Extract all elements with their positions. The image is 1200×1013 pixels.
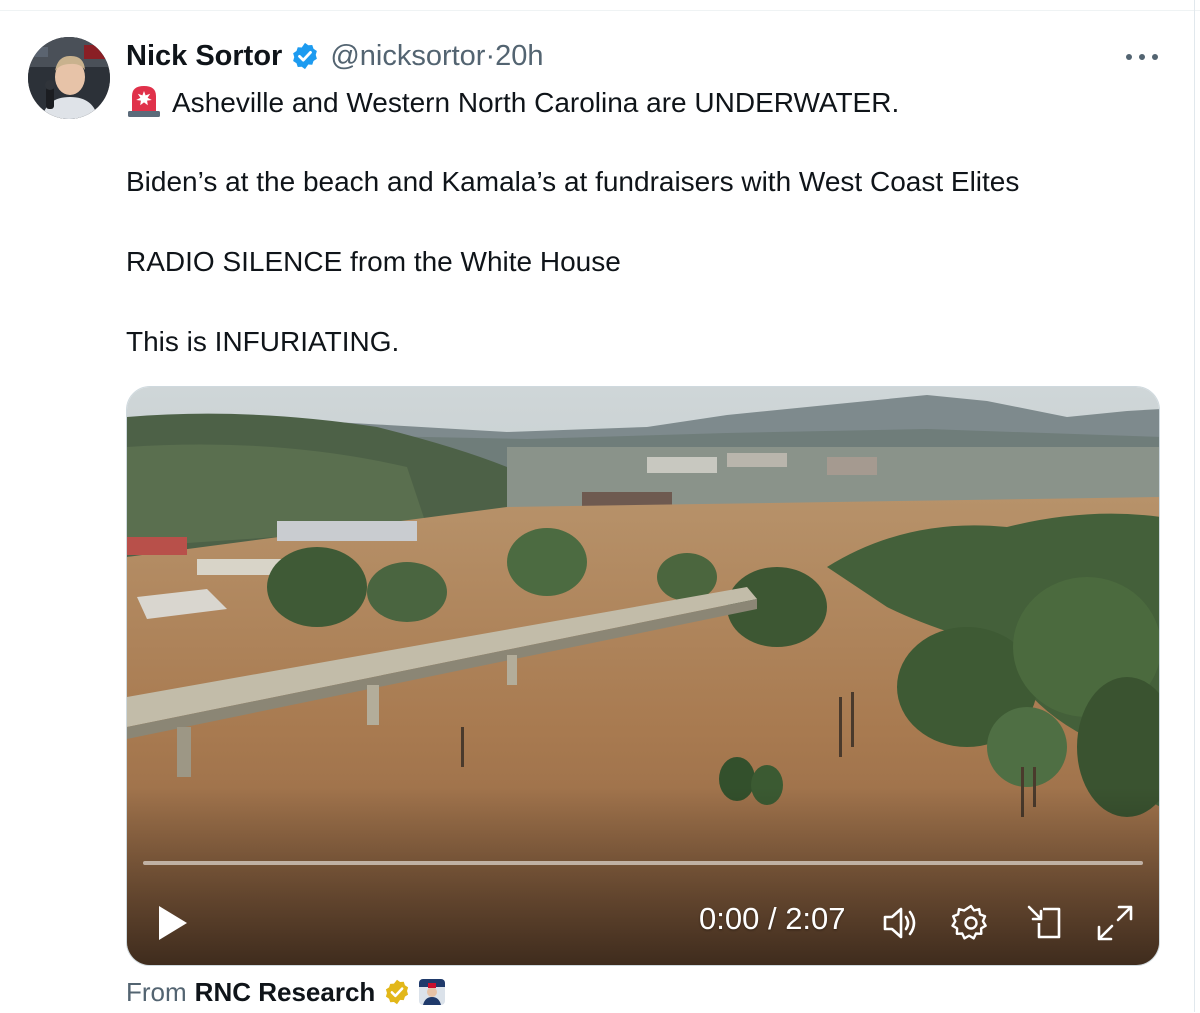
avatar-image <box>28 37 110 119</box>
source-from-label: From <box>126 976 187 1007</box>
tweet-line-2: Biden’s at the beach and Kamala’s at fun… <box>126 166 1020 197</box>
source-org-name[interactable]: RNC Research <box>195 977 376 1008</box>
more-options-icon[interactable] <box>1122 44 1162 70</box>
top-divider <box>0 10 1200 11</box>
tweet-line-text: Asheville and Western North Carolina are… <box>172 87 900 118</box>
tweet-text: Asheville and Western North Carolina are… <box>126 82 1166 362</box>
gold-verified-badge-icon[interactable] <box>383 978 411 1006</box>
video-time-separator: / <box>759 901 786 936</box>
tweet-line-1: Asheville and Western North Carolina are… <box>126 82 1166 122</box>
flood-aerial-video-frame <box>127 387 1159 965</box>
tweet-line-4: This is INFURIATING. <box>126 326 400 357</box>
header-separator: · <box>485 39 496 72</box>
video-time: 0:00 / 2:07 <box>699 901 846 937</box>
author-handle[interactable]: @nicksortor <box>330 40 485 73</box>
author-name[interactable]: Nick Sortor <box>126 40 282 73</box>
video-current-time: 0:00 <box>699 901 760 936</box>
picture-in-picture-icon[interactable] <box>1023 901 1067 945</box>
settings-gear-icon[interactable] <box>949 901 993 945</box>
rotating-light-emoji-icon <box>128 86 160 117</box>
video-source-attribution: From RNC Research <box>126 974 446 1010</box>
video-player[interactable]: 0:00 / 2:07 <box>126 386 1160 966</box>
tweet-timestamp[interactable]: 20h <box>495 40 543 73</box>
tweet-line-3: RADIO SILENCE from the White House <box>126 246 621 277</box>
avatar[interactable] <box>28 37 110 119</box>
column-border <box>1194 0 1195 1012</box>
volume-icon[interactable] <box>879 901 923 945</box>
video-duration: 2:07 <box>785 901 846 936</box>
video-progress-bar[interactable] <box>143 861 1143 865</box>
fullscreen-icon[interactable] <box>1093 901 1137 945</box>
play-icon[interactable] <box>155 903 191 943</box>
affiliate-badge-icon[interactable] <box>419 979 446 1005</box>
tweet-header: Nick Sortor @nicksortor · 20h <box>126 36 544 76</box>
verified-badge-icon[interactable] <box>290 41 320 71</box>
